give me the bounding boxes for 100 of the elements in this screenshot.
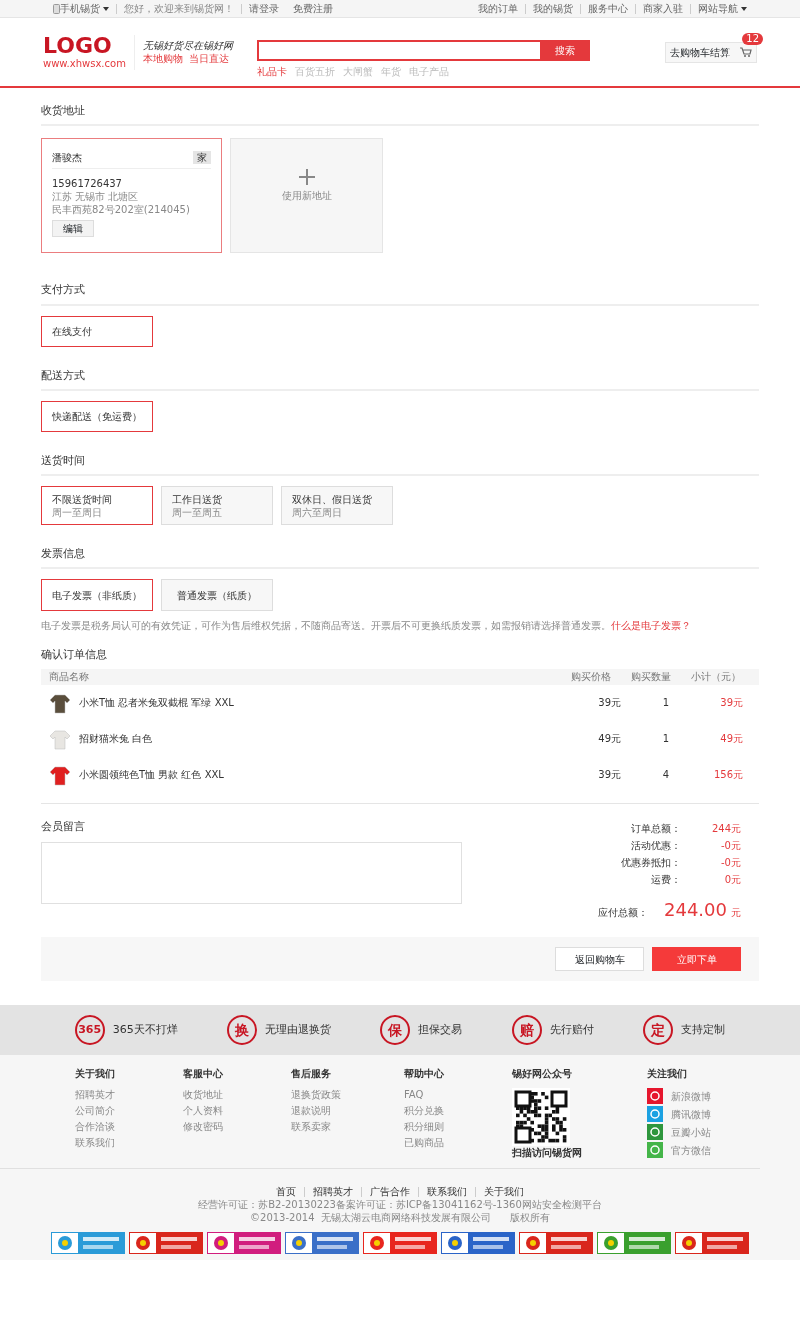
footer-link[interactable]: 积分细则 bbox=[404, 1120, 512, 1134]
top-link[interactable]: 我的锡货 bbox=[526, 2, 580, 15]
summary-label: 运费： bbox=[650, 872, 681, 887]
cart-count: 12 bbox=[742, 32, 763, 45]
hot-word[interactable]: 礼品卡 bbox=[256, 65, 287, 78]
address-tag: 家 bbox=[193, 151, 211, 165]
section-title: 确认订单信息 bbox=[41, 648, 108, 664]
top-link[interactable]: 请登录 bbox=[242, 2, 286, 15]
option-card[interactable]: 不限送货时间 周一至周日 bbox=[41, 486, 153, 526]
service-icon: 赔 bbox=[511, 1015, 542, 1046]
footer-link[interactable]: 公司简介 bbox=[75, 1104, 183, 1118]
quantity-cell-text: 1 bbox=[661, 732, 671, 746]
option-card[interactable]: 普通发票（纸质） bbox=[161, 579, 273, 612]
service-icon: 保 bbox=[380, 1015, 411, 1046]
summary-value: 244元 bbox=[710, 821, 741, 836]
footer-bottom-link[interactable]: 招聘英才 bbox=[313, 1185, 353, 1199]
summary-label: 订单总额： bbox=[630, 821, 681, 836]
address-card[interactable]: 潘骏杰 家 15961726437 江苏 无锡市 北塘区 民丰西苑82号202室(214045) 编辑 bbox=[41, 138, 222, 254]
social-icon bbox=[647, 1106, 663, 1123]
tagline: 本地购物 当日直达 bbox=[142, 52, 231, 65]
footer-heading: 客服中心 bbox=[183, 1067, 224, 1081]
option-subtext: 周六至周日 bbox=[292, 505, 343, 519]
footer-link[interactable]: 修改密码 bbox=[183, 1120, 291, 1134]
slogan: 无锡好货尽在锡好网 bbox=[142, 39, 233, 52]
section-title: 发票信息 bbox=[41, 537, 759, 570]
footer-bottom-link[interactable]: 广告合作 bbox=[370, 1185, 410, 1199]
option-card[interactable]: 双休日、假日送货 周六至周日 bbox=[281, 486, 393, 526]
message-field[interactable] bbox=[41, 842, 462, 905]
footer-link[interactable]: 已购商品 bbox=[404, 1136, 512, 1150]
region-text: 江苏 无锡市 北塘区 bbox=[52, 190, 140, 204]
summary-value: 0元 bbox=[723, 872, 741, 887]
top-link[interactable]: 我的订单 bbox=[471, 2, 525, 15]
copyright-text: ©2013-2014 无锡太湖云电商网络科技发展有限公司 版权所有 bbox=[249, 1211, 551, 1225]
subtotal-cell-text: 39元 bbox=[719, 696, 744, 710]
option-card[interactable]: 电子发票（非纸质） bbox=[41, 579, 153, 612]
recipient-name: 潘骏杰 bbox=[52, 151, 82, 165]
section-title: 送货时间 bbox=[41, 443, 759, 477]
option-card[interactable]: 工作日送货 周一至周五 bbox=[161, 486, 273, 526]
footer-link[interactable]: 收货地址 bbox=[183, 1088, 291, 1102]
welcome-text: 您好，欢迎来到锡货网！ bbox=[123, 2, 235, 15]
price-cell-text: 39元 bbox=[597, 696, 621, 710]
subtotal-cell-text: 156元 bbox=[712, 768, 744, 782]
column-header: 商品名称 bbox=[49, 670, 90, 684]
footer-heading: 售后服务 bbox=[291, 1067, 332, 1081]
search-field[interactable] bbox=[256, 40, 540, 61]
social-icon bbox=[647, 1124, 663, 1141]
street-text: 民丰西苑82号202室(214045) bbox=[52, 203, 191, 217]
top-link[interactable]: 网站导航 bbox=[691, 2, 754, 15]
top-link[interactable]: 服务中心 bbox=[581, 2, 635, 15]
section-title: 收货地址 bbox=[41, 94, 759, 127]
mobile-menu[interactable]: 手机锡货 bbox=[46, 2, 116, 15]
section-title: 配送方式 bbox=[41, 358, 759, 391]
column-header: 购买数量 bbox=[630, 670, 672, 684]
summary-value: -0元 bbox=[720, 838, 741, 853]
product-name: 小米T恤 忍者米兔双截棍 军绿 XXL bbox=[79, 696, 235, 710]
place-order-button[interactable]: 立即下单 bbox=[652, 947, 741, 972]
footer-link[interactable]: 招聘英才 bbox=[75, 1088, 183, 1102]
logo: LOGO bbox=[43, 34, 113, 57]
product-name: 招财猫米兔 白色 bbox=[79, 732, 154, 746]
option-subtext: 周一至周日 bbox=[52, 505, 103, 519]
footer-heading: 锡好网公众号 bbox=[512, 1067, 573, 1081]
top-link[interactable]: 免费注册 bbox=[286, 2, 340, 15]
invoice-help-link[interactable]: 什么是电子发票？ bbox=[611, 620, 691, 632]
footer-bottom-link[interactable]: 联系我们 bbox=[427, 1185, 467, 1199]
service-label: 无理由退换货 bbox=[265, 1023, 332, 1038]
social-link[interactable]: 豆瓣小站 bbox=[671, 1125, 711, 1139]
address-card[interactable]: 使用新地址 bbox=[230, 138, 383, 254]
footer-link[interactable]: 联系我们 bbox=[75, 1136, 183, 1150]
social-link[interactable]: 腾讯微博 bbox=[671, 1107, 711, 1121]
subtotal-cell-text: 49元 bbox=[719, 732, 744, 746]
footer-link[interactable]: 合作洽谈 bbox=[75, 1120, 183, 1134]
social-link[interactable]: 新浪微博 bbox=[671, 1089, 711, 1103]
footer-link[interactable]: 联系卖家 bbox=[291, 1120, 404, 1134]
search-button[interactable]: 搜索 bbox=[539, 40, 590, 61]
option-card[interactable]: 在线支付 bbox=[41, 315, 153, 347]
footer-link[interactable]: 退款说明 bbox=[291, 1104, 404, 1118]
quantity-cell-text: 4 bbox=[661, 768, 671, 782]
cart-icon bbox=[740, 47, 752, 57]
service-label: 支持定制 bbox=[681, 1023, 726, 1038]
option-card[interactable]: 快递配送（免运费） bbox=[41, 400, 153, 432]
section-title: 支付方式 bbox=[41, 273, 759, 306]
edit-button[interactable]: 编辑 bbox=[52, 220, 94, 238]
price-cell-text: 39元 bbox=[597, 768, 621, 782]
footer-link[interactable]: 个人资料 bbox=[183, 1104, 291, 1118]
add-address-label: 使用新地址 bbox=[281, 189, 332, 203]
cart-button[interactable]: 去购物车结算 bbox=[665, 41, 757, 63]
footer-link[interactable]: FAQ bbox=[404, 1088, 512, 1102]
top-link[interactable]: 商家入驻 bbox=[636, 2, 690, 15]
footer-heading: 帮助中心 bbox=[404, 1067, 445, 1081]
back-to-cart-button[interactable]: 返回购物车 bbox=[555, 947, 644, 972]
footer-link[interactable]: 积分兑换 bbox=[404, 1104, 512, 1118]
column-header: 购买价格 bbox=[570, 670, 612, 684]
service-label: 365天不打烊 bbox=[112, 1023, 178, 1038]
footer-link[interactable]: 退换货政策 bbox=[291, 1088, 404, 1102]
qr-code-icon bbox=[512, 1088, 570, 1147]
footer-bottom-link[interactable]: 首页 bbox=[276, 1185, 296, 1199]
social-link[interactable]: 官方微信 bbox=[671, 1143, 711, 1157]
footer-bottom-link[interactable]: 关于我们 bbox=[484, 1185, 524, 1199]
site-url: www.xhwsx.com bbox=[43, 56, 126, 70]
service-icon: 换 bbox=[227, 1015, 258, 1046]
